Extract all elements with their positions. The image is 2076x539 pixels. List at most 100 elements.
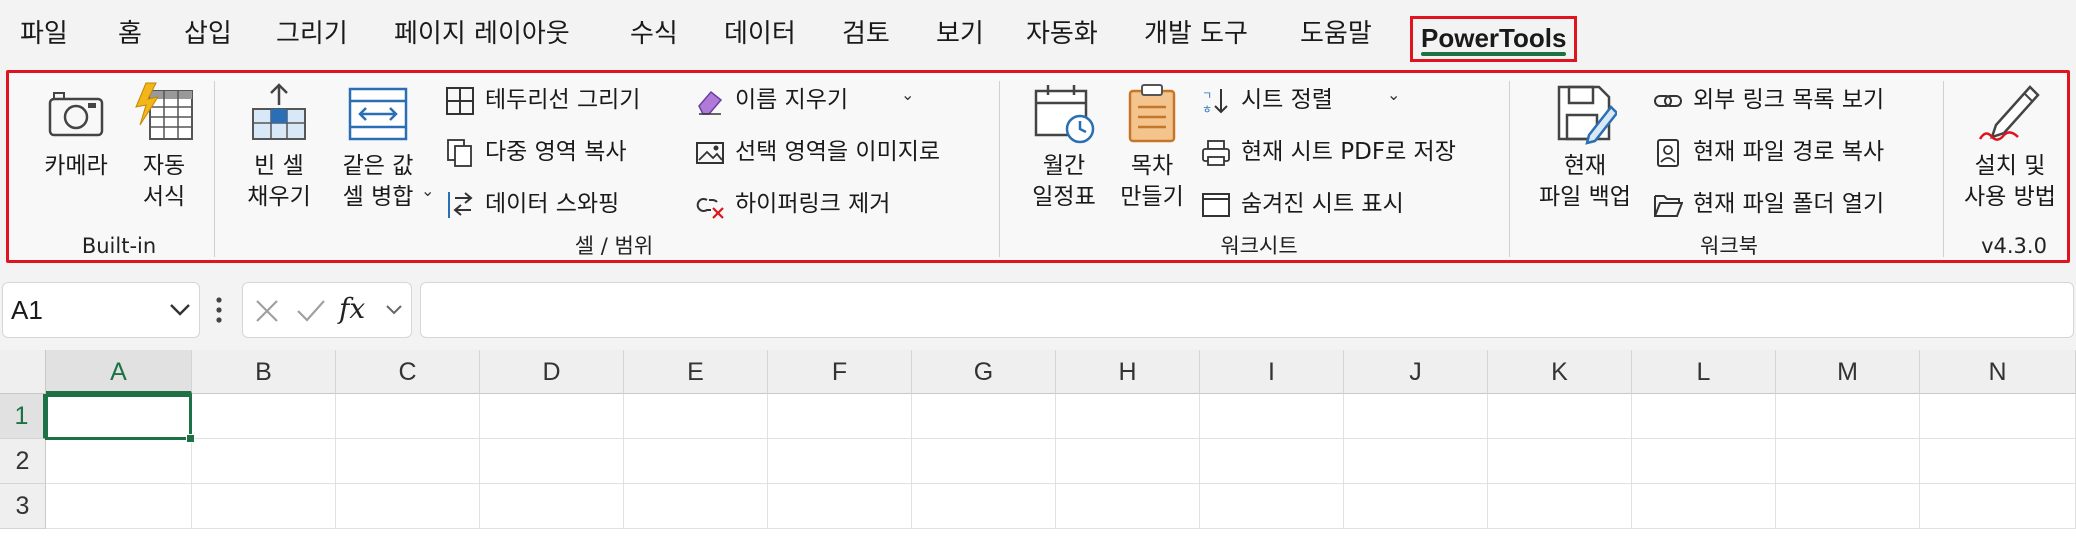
grid-cell[interactable] <box>46 439 192 484</box>
fill-handle[interactable] <box>186 434 195 443</box>
grid-cell[interactable] <box>1488 439 1632 484</box>
eraser-icon <box>698 90 723 115</box>
column-header[interactable]: J <box>1344 350 1488 394</box>
printer-icon <box>1202 140 1230 166</box>
chevron-down-icon <box>170 304 190 316</box>
column-header[interactable]: C <box>336 350 480 394</box>
column-header[interactable]: D <box>480 350 624 394</box>
grid-cell[interactable] <box>46 484 192 529</box>
tab-home[interactable]: 홈 <box>118 16 142 52</box>
column-header[interactable]: N <box>1920 350 2076 394</box>
cancel-icon[interactable] <box>253 297 281 325</box>
select-all-corner[interactable] <box>0 350 46 394</box>
column-header[interactable]: F <box>768 350 912 394</box>
grid-cell[interactable] <box>1920 484 2076 529</box>
grid-cell[interactable] <box>768 439 912 484</box>
grid-cell[interactable] <box>1632 484 1776 529</box>
tab-powertools[interactable]: PowerTools <box>1410 16 1578 62</box>
tab-view[interactable]: 보기 <box>936 16 984 52</box>
column-header[interactable]: B <box>192 350 336 394</box>
tab-draw[interactable]: 그리기 <box>276 16 348 52</box>
grid-cell[interactable] <box>1344 439 1488 484</box>
svg-text:ㄱ: ㄱ <box>1202 89 1212 102</box>
tab-automate[interactable]: 자동화 <box>1026 16 1098 52</box>
group-label-builtin: Built-in <box>81 234 157 258</box>
group-label-workbook: 워크북 <box>1700 234 1758 258</box>
column-header[interactable]: H <box>1056 350 1200 394</box>
grid-cell[interactable] <box>1632 394 1776 439</box>
backup-label: 현재 파일 백업 <box>1539 153 1631 210</box>
grid-cell[interactable] <box>1200 484 1344 529</box>
grid-cell[interactable] <box>1200 394 1344 439</box>
grid-cell[interactable] <box>336 439 480 484</box>
menu-bar: 파일 홈 삽입 그리기 페이지 레이아웃 수식 데이터 검토 보기 자동화 개발… <box>0 0 2076 70</box>
grid-cell[interactable] <box>1776 484 1920 529</box>
insert-function-icon[interactable]: fx <box>339 291 365 327</box>
grid-cell[interactable] <box>192 439 336 484</box>
tab-page-layout[interactable]: 페이지 레이아웃 <box>394 16 570 52</box>
chevron-down-icon: ⌄ <box>1387 85 1401 104</box>
grid-cell[interactable] <box>1488 394 1632 439</box>
column-header[interactable]: K <box>1488 350 1632 394</box>
grid-cell[interactable] <box>624 484 768 529</box>
grid-cell[interactable] <box>1200 439 1344 484</box>
grid-cell[interactable] <box>912 484 1056 529</box>
more-options-icon[interactable] <box>214 290 224 330</box>
sort-icon: ㄱ ㅎ <box>1202 89 1228 116</box>
grid-cell[interactable] <box>1056 484 1200 529</box>
tab-insert[interactable]: 삽입 <box>184 16 232 52</box>
tab-review[interactable]: 검토 <box>842 16 890 52</box>
ribbon-panel: 카메라 자동 서식 Built-in 빈 셀 채우기 같은 값 셀 병합 ⌄ 테… <box>6 70 2070 263</box>
grid-cell[interactable] <box>1776 394 1920 439</box>
grid-cell[interactable] <box>1056 394 1200 439</box>
save-pdf-label: 현재 시트 PDF로 저장 <box>1241 139 1456 165</box>
grid-cell[interactable] <box>768 394 912 439</box>
tab-help[interactable]: 도움말 <box>1300 16 1372 52</box>
active-tab-indicator <box>1421 52 1567 56</box>
formula-input[interactable] <box>420 282 2074 338</box>
grid-cell[interactable] <box>768 484 912 529</box>
row-header[interactable]: 1 <box>0 394 46 439</box>
grid-cell[interactable] <box>624 439 768 484</box>
name-box[interactable]: A1 <box>2 282 200 338</box>
tab-developer[interactable]: 개발 도구 <box>1144 16 1248 52</box>
grid-cell[interactable] <box>624 394 768 439</box>
tab-data[interactable]: 데이터 <box>724 16 796 52</box>
chevron-down-icon[interactable] <box>385 303 403 317</box>
grid-cell[interactable] <box>912 394 1056 439</box>
column-header[interactable]: L <box>1632 350 1776 394</box>
grid-cell[interactable] <box>192 484 336 529</box>
grid-cell[interactable] <box>1920 394 2076 439</box>
grid-cell[interactable] <box>1920 439 2076 484</box>
confirm-icon[interactable] <box>295 297 327 325</box>
grid-cell[interactable] <box>912 439 1056 484</box>
column-header[interactable]: A <box>46 350 192 394</box>
merge-cells-icon <box>348 87 408 141</box>
range-to-image-label: 선택 영역을 이미지로 <box>735 139 941 165</box>
grid-cell[interactable] <box>1488 484 1632 529</box>
grid-cell[interactable] <box>1056 439 1200 484</box>
grid-cell[interactable] <box>1344 484 1488 529</box>
grid-cell[interactable] <box>192 394 336 439</box>
sort-sheets-button[interactable]: ㄱ ㅎ 시트 정렬 ⌄ <box>1201 81 1411 121</box>
row-header[interactable]: 3 <box>0 484 46 529</box>
column-header[interactable]: G <box>912 350 1056 394</box>
grid-cell[interactable] <box>480 394 624 439</box>
clear-names-button[interactable]: 이름 지우기 ⌄ <box>695 81 925 121</box>
tab-file[interactable]: 파일 <box>20 16 68 52</box>
active-cell-a1[interactable] <box>45 394 192 440</box>
grid-cell[interactable] <box>1776 439 1920 484</box>
column-header[interactable]: E <box>624 350 768 394</box>
grid-cell[interactable] <box>480 439 624 484</box>
grid-cell[interactable] <box>1344 394 1488 439</box>
column-header[interactable]: I <box>1200 350 1344 394</box>
grid-cell[interactable] <box>1632 439 1776 484</box>
grid-cell[interactable] <box>480 484 624 529</box>
calendar-icon <box>1034 85 1095 144</box>
tab-formulas[interactable]: 수식 <box>630 16 678 52</box>
column-header[interactable]: M <box>1776 350 1920 394</box>
grid-cell[interactable] <box>336 484 480 529</box>
swap-data-label: 데이터 스와핑 <box>485 191 620 217</box>
row-header[interactable]: 2 <box>0 439 46 484</box>
grid-cell[interactable] <box>336 394 480 439</box>
